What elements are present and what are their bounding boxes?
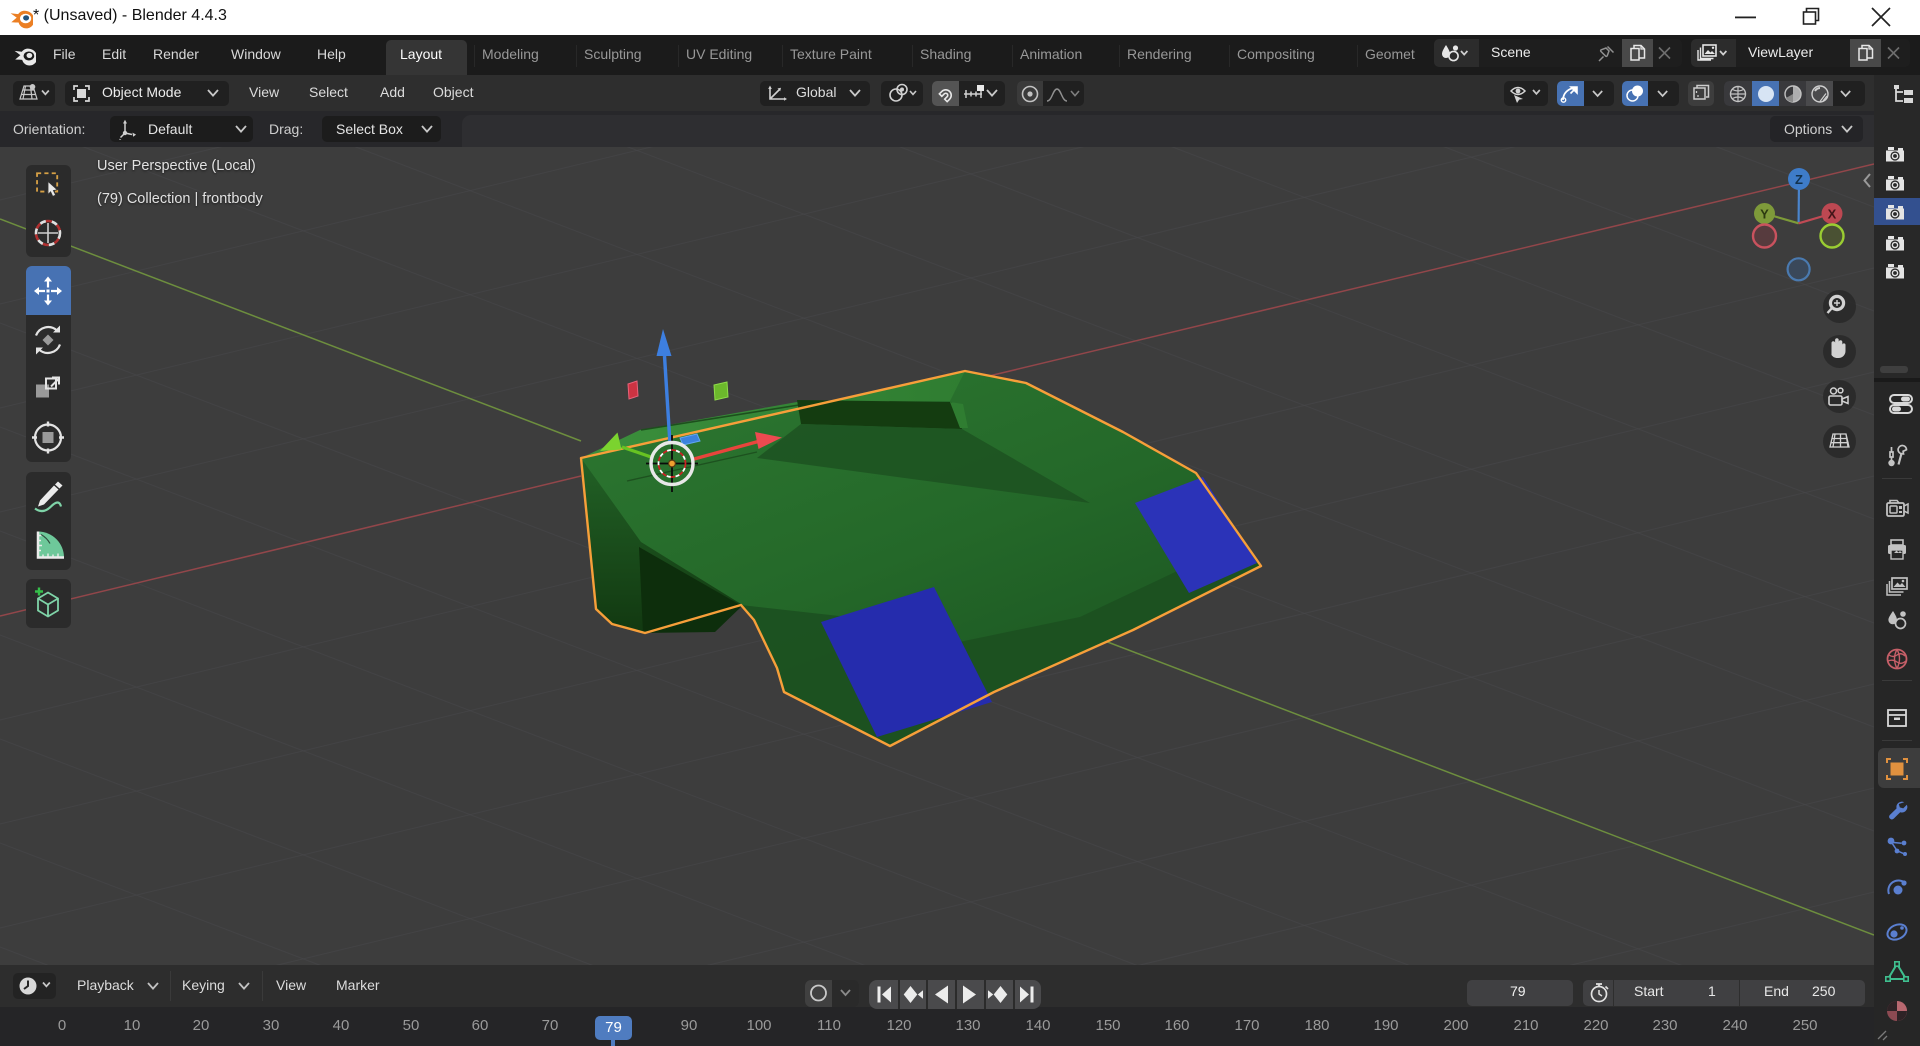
svg-text:Z: Z (1795, 172, 1803, 187)
svg-text:X: X (1828, 207, 1837, 222)
svg-text:Y: Y (1760, 207, 1769, 222)
